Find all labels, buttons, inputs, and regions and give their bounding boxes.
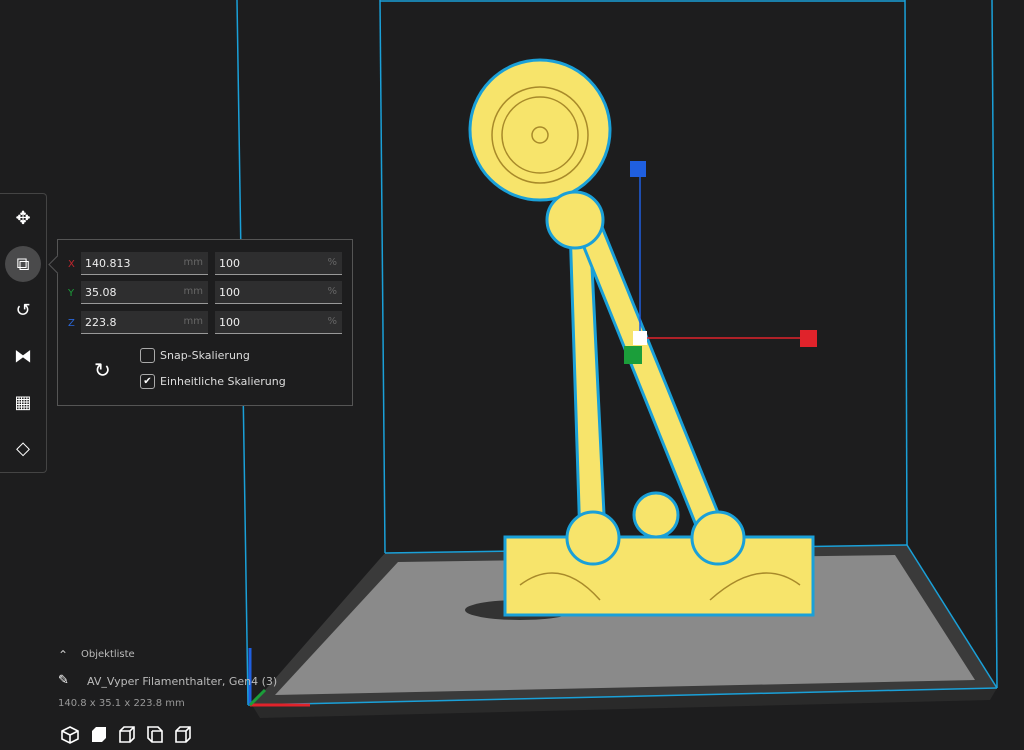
unit: mm: [183, 257, 203, 268]
per-model-settings-icon: ▦: [14, 391, 32, 413]
object-list-title[interactable]: Objektliste: [81, 649, 135, 660]
z-scale-handle: [630, 161, 646, 177]
left-cube-icon: [147, 726, 163, 743]
right-view-button[interactable]: [173, 725, 193, 745]
z-mm-input[interactable]: 223.8 mm: [81, 311, 208, 334]
y-label: Y: [68, 288, 75, 299]
mirror-tool-button[interactable]: ⧓: [5, 338, 41, 374]
front-view-button[interactable]: [89, 725, 109, 745]
x-mm-value: 140.813: [85, 257, 131, 270]
scale-gizmo[interactable]: [624, 161, 817, 364]
z-label: Z: [68, 318, 75, 329]
check-icon: ✔: [143, 376, 152, 387]
reset-scale-button[interactable]: ↻: [94, 358, 111, 382]
chevron-up-icon: ⌃: [58, 648, 69, 662]
left-view-button[interactable]: [145, 725, 165, 745]
support-blocker-button[interactable]: ◇: [5, 430, 41, 466]
rotate-icon: ↺: [15, 299, 31, 321]
y-mm-input[interactable]: 35.08 mm: [81, 281, 208, 304]
top-cube-icon: [119, 726, 135, 743]
x-percent-value: 100: [219, 257, 240, 270]
edit-name-button[interactable]: ✎: [58, 673, 69, 688]
y-scale-handle: [624, 346, 642, 364]
y-percent-value: 100: [219, 286, 240, 299]
per-model-settings-button[interactable]: ▦: [5, 384, 41, 420]
mirror-icon: ⧓: [14, 345, 32, 367]
reset-icon: ↻: [94, 358, 111, 382]
unit: %: [327, 316, 337, 327]
unit: mm: [183, 316, 203, 327]
top-view-button[interactable]: [117, 725, 137, 745]
y-percent-input[interactable]: 100%: [215, 281, 342, 304]
z-percent-input[interactable]: 100%: [215, 311, 342, 334]
unit: mm: [183, 286, 203, 297]
x-mm-input[interactable]: 140.813 mm: [81, 252, 208, 275]
object-name: AV_Vyper Filamenthalter, Gen4 (3): [87, 675, 278, 688]
z-mm-value: 223.8: [85, 316, 117, 329]
scale-icon: ⧉: [16, 253, 30, 275]
x-scale-handle: [800, 330, 817, 347]
unit: %: [327, 286, 337, 297]
unit: %: [327, 257, 337, 268]
scale-tool-button[interactable]: ⧉: [5, 246, 41, 282]
rotate-tool-button[interactable]: ↺: [5, 292, 41, 328]
uniform-scale-handle: [633, 331, 647, 345]
object-list-toggle[interactable]: ⌃: [58, 648, 68, 662]
front-cube-icon: [92, 727, 106, 742]
tool-sidebar: ✥ ⧉ ↺ ⧓ ▦ ◇: [0, 193, 47, 473]
3d-view-button[interactable]: [60, 725, 80, 745]
scale-panel: X 140.813 mm 100% Y 35.08 mm 100% Z 223.8 m…: [57, 239, 353, 406]
pencil-icon: ✎: [58, 673, 69, 688]
iso-cube-icon: [61, 726, 79, 744]
snap-scaling-label: Snap-Skalierung: [160, 349, 250, 362]
right-cube-icon: [175, 726, 191, 743]
uniform-scaling-checkbox[interactable]: ✔: [140, 374, 155, 389]
z-percent-value: 100: [219, 316, 240, 329]
x-percent-input[interactable]: 100%: [215, 252, 342, 275]
object-dimensions: 140.8 x 35.1 x 223.8 mm: [58, 698, 185, 709]
move-tool-button[interactable]: ✥: [5, 200, 41, 236]
uniform-scaling-label: Einheitliche Skalierung: [160, 375, 286, 388]
snap-scaling-checkbox[interactable]: [140, 348, 155, 363]
x-label: X: [68, 259, 75, 270]
support-blocker-icon: ◇: [16, 437, 30, 459]
move-icon: ✥: [15, 207, 31, 229]
y-mm-value: 35.08: [85, 286, 117, 299]
